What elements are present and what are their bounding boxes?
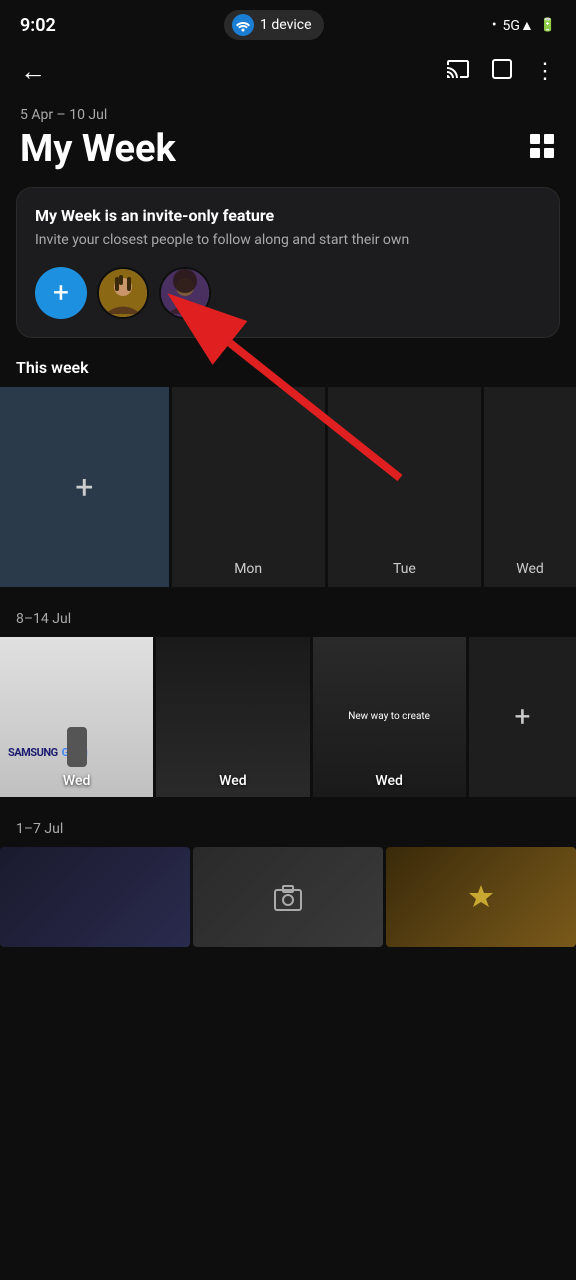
avatar[interactable]	[97, 267, 149, 319]
photo-text: New way to create	[344, 707, 434, 726]
monday-cell[interactable]: Mon	[172, 387, 325, 587]
status-time: 9:02	[20, 15, 56, 36]
photo-cell[interactable]	[386, 847, 576, 947]
window-button[interactable]	[490, 57, 514, 87]
photo-day-label: Wed	[0, 773, 153, 789]
this-week-grid: + Mon Tue Wed	[0, 387, 576, 587]
bluetooth-icon: •	[492, 17, 497, 33]
title-row: My Week	[20, 127, 556, 171]
invite-card-description: Invite your closest people to follow alo…	[35, 231, 541, 251]
photo-day-label: Wed	[156, 773, 309, 789]
week-1-7-photos	[0, 847, 576, 947]
week-1-7-label: 1–7 Jul	[0, 821, 576, 847]
status-right-icons: • 5G▲ 🔋	[492, 17, 556, 34]
tuesday-label: Tue	[393, 561, 416, 577]
this-week-section: This week + Mon Tue Wed	[0, 358, 576, 587]
tuesday-cell[interactable]: Tue	[328, 387, 481, 587]
photo-cell[interactable]: SAMSUNG Goog Wed	[0, 637, 153, 797]
week-8-14-photos: SAMSUNG Goog Wed Wed New way to create W…	[0, 637, 576, 797]
add-person-button[interactable]: +	[35, 267, 87, 319]
battery-icon: 🔋	[540, 18, 556, 33]
device-label: 1 device	[260, 17, 312, 33]
back-button[interactable]: ←	[20, 56, 46, 87]
avatar[interactable]	[159, 267, 211, 319]
wednesday-label: Wed	[516, 561, 544, 577]
photo-cell[interactable]: New way to create Wed	[313, 637, 466, 797]
week-8-14-label: 8–14 Jul	[0, 611, 576, 637]
invite-card-title: My Week is an invite-only feature	[35, 206, 541, 225]
week-1-7-section: 1–7 Jul	[0, 821, 576, 947]
date-range: 5 Apr – 10 Jul	[20, 107, 556, 123]
status-hotspot-indicator: 1 device	[224, 10, 324, 40]
signal-icon: 5G▲	[503, 17, 534, 34]
this-week-label: This week	[0, 358, 576, 387]
wednesday-cell[interactable]: Wed	[484, 387, 576, 587]
wifi-icon	[232, 14, 254, 36]
grid-view-button[interactable]	[528, 132, 556, 166]
add-day-button[interactable]: +	[0, 387, 169, 587]
photo-day-label: Wed	[313, 773, 466, 789]
invite-card: My Week is an invite-only feature Invite…	[16, 187, 560, 338]
page-title: My Week	[20, 127, 176, 171]
more-options-button[interactable]: ⋮	[534, 59, 556, 84]
plus-icon: +	[75, 468, 93, 506]
monday-label: Mon	[234, 561, 262, 577]
status-bar: 9:02 1 device • 5G▲ 🔋	[0, 0, 576, 46]
week-8-14-section: 8–14 Jul SAMSUNG Goog Wed Wed	[0, 611, 576, 797]
add-photo-button[interactable]: +	[469, 637, 576, 797]
photo-cell[interactable]	[0, 847, 190, 947]
photo-cell[interactable]: Wed	[156, 637, 309, 797]
cast-button[interactable]	[446, 57, 470, 87]
top-nav: ← ⋮	[0, 46, 576, 97]
nav-actions: ⋮	[446, 57, 556, 87]
invite-avatars-row: +	[35, 267, 541, 319]
page-header: 5 Apr – 10 Jul My Week	[0, 97, 576, 187]
plus-icon: +	[514, 700, 530, 733]
photo-cell[interactable]	[193, 847, 383, 947]
